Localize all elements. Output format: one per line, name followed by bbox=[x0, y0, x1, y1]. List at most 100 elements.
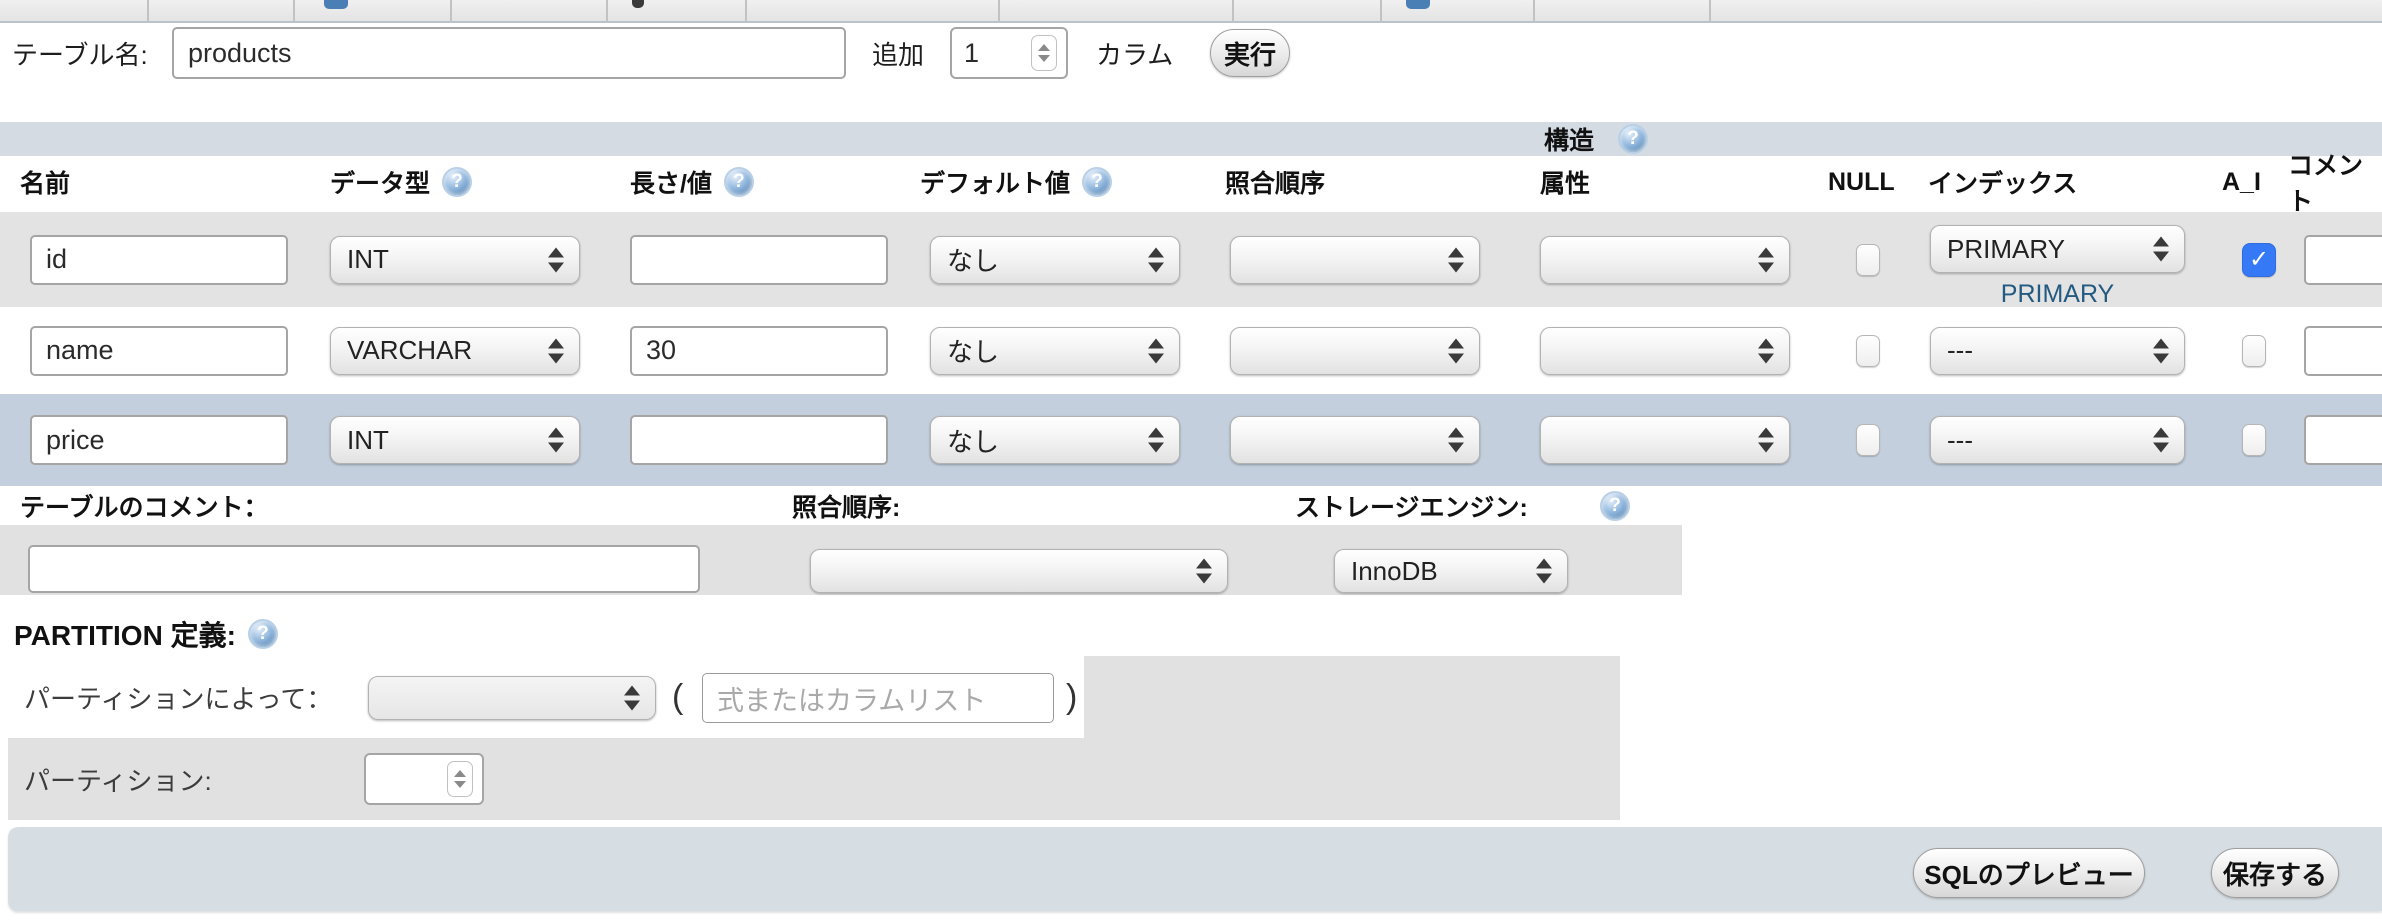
table-comment-label: テーブルのコメント： bbox=[20, 488, 269, 524]
header-null: NULL bbox=[1828, 156, 1895, 208]
tab-separator bbox=[998, 0, 1000, 23]
column-attributes-select[interactable] bbox=[1540, 236, 1790, 284]
column-type-select[interactable]: VARCHAR bbox=[330, 327, 580, 375]
index-select[interactable]: --- bbox=[1930, 416, 2185, 464]
column-type-select[interactable]: INT bbox=[330, 236, 580, 284]
tab-icon[interactable] bbox=[324, 0, 348, 9]
null-checkbox[interactable] bbox=[1856, 424, 1880, 456]
primary-index-link[interactable]: PRIMARY bbox=[1930, 280, 2185, 309]
table-collation-select[interactable] bbox=[810, 549, 1228, 593]
partition-count-stepper[interactable] bbox=[364, 753, 484, 805]
column-comment-input[interactable] bbox=[2304, 235, 2382, 285]
help-icon[interactable] bbox=[1618, 124, 1648, 154]
table-name-value: products bbox=[188, 38, 292, 69]
index-select[interactable]: PRIMARY bbox=[1930, 225, 2185, 273]
select-arrows-icon bbox=[1758, 247, 1774, 272]
tab-separator bbox=[1380, 0, 1382, 23]
go-button[interactable]: 実行 bbox=[1210, 29, 1290, 77]
header-comment: コメント bbox=[2288, 156, 2382, 208]
column-row-price: price INT なし --- bbox=[0, 394, 2382, 486]
tab-separator bbox=[1232, 0, 1234, 23]
tab-icon[interactable] bbox=[1406, 0, 1430, 9]
select-arrows-icon bbox=[1148, 428, 1164, 453]
add-columns-count-value: 1 bbox=[964, 38, 979, 69]
null-checkbox[interactable] bbox=[1856, 244, 1880, 276]
table-options-band: InnoDB bbox=[0, 525, 1682, 595]
select-arrows-icon bbox=[1448, 428, 1464, 453]
column-row-name: name VARCHAR 30 なし --- bbox=[0, 307, 2382, 394]
partition-by-label: パーティションによって： bbox=[24, 674, 332, 720]
select-arrows-icon bbox=[2153, 428, 2169, 453]
table-options-labels: テーブルのコメント： 照合順序: ストレージエンジン: bbox=[0, 488, 2382, 524]
column-length-input[interactable]: 30 bbox=[630, 326, 888, 376]
storage-engine-label: ストレージエンジン: bbox=[1295, 488, 1528, 524]
column-collation-select[interactable] bbox=[1230, 416, 1480, 464]
header-collation: 照合順序 bbox=[1225, 156, 1325, 208]
help-icon[interactable] bbox=[248, 619, 278, 649]
column-attributes-select[interactable] bbox=[1540, 327, 1790, 375]
select-arrows-icon bbox=[548, 428, 564, 453]
help-icon[interactable] bbox=[724, 167, 754, 197]
header-index: インデックス bbox=[1928, 156, 2077, 208]
tab-separator bbox=[1709, 0, 1711, 23]
table-name-label: テーブル名: bbox=[12, 30, 148, 76]
table-name-input[interactable]: products bbox=[172, 27, 846, 79]
column-collation-select[interactable] bbox=[1230, 327, 1480, 375]
column-name-input[interactable]: price bbox=[30, 415, 288, 465]
column-default-select[interactable]: なし bbox=[930, 236, 1180, 284]
select-arrows-icon bbox=[1448, 338, 1464, 363]
partition-expression-input[interactable]: 式またはカラムリスト bbox=[702, 673, 1054, 723]
column-name-input[interactable]: name bbox=[30, 326, 288, 376]
select-arrows-icon bbox=[548, 247, 564, 272]
add-columns-count-stepper[interactable]: 1 bbox=[950, 27, 1068, 79]
select-arrows-icon bbox=[2153, 338, 2169, 363]
column-comment-input[interactable] bbox=[2304, 326, 2382, 376]
column-attributes-select[interactable] bbox=[1540, 416, 1790, 464]
column-collation-select[interactable] bbox=[1230, 236, 1480, 284]
column-name-input[interactable]: id bbox=[30, 235, 288, 285]
partition-count-label: パーティション: bbox=[24, 754, 212, 804]
paren-open: ( bbox=[672, 668, 683, 726]
tab-strip bbox=[0, 0, 2382, 23]
index-select[interactable]: --- bbox=[1930, 327, 2185, 375]
help-icon[interactable] bbox=[442, 167, 472, 197]
columns-word-label: カラム bbox=[1096, 30, 1173, 76]
sql-preview-button[interactable]: SQLのプレビュー bbox=[1913, 848, 2145, 898]
null-checkbox[interactable] bbox=[1856, 335, 1880, 367]
help-icon[interactable] bbox=[1082, 167, 1112, 197]
help-icon[interactable] bbox=[1600, 491, 1630, 521]
select-arrows-icon bbox=[548, 338, 564, 363]
tab-separator bbox=[147, 0, 149, 23]
header-attributes: 属性 bbox=[1540, 156, 1590, 208]
structure-header-row: 名前 データ型 長さ/値 デフォルト値 照合順序 属性 NULL インデックス … bbox=[0, 156, 2382, 208]
save-button[interactable]: 保存する bbox=[2211, 848, 2339, 898]
tab-separator bbox=[745, 0, 747, 23]
column-comment-input[interactable] bbox=[2304, 415, 2382, 465]
column-length-input[interactable] bbox=[630, 235, 888, 285]
stepper-arrows-icon[interactable] bbox=[1031, 35, 1057, 71]
select-arrows-icon bbox=[1448, 247, 1464, 272]
header-default: デフォルト値 bbox=[920, 156, 1112, 208]
tab-icon[interactable] bbox=[632, 0, 644, 8]
ai-checkbox[interactable] bbox=[2242, 243, 2276, 277]
select-arrows-icon bbox=[1148, 247, 1164, 272]
column-default-select[interactable]: なし bbox=[930, 327, 1180, 375]
column-length-input[interactable] bbox=[630, 415, 888, 465]
column-default-select[interactable]: なし bbox=[930, 416, 1180, 464]
ai-checkbox[interactable] bbox=[2242, 335, 2266, 367]
storage-engine-select[interactable]: InnoDB bbox=[1334, 549, 1568, 593]
tab-separator bbox=[293, 0, 295, 23]
column-type-select[interactable]: INT bbox=[330, 416, 580, 464]
stepper-arrows-icon[interactable] bbox=[447, 761, 473, 797]
partition-panel: パーティションによって： ( 式またはカラムリスト ) パーティション: bbox=[8, 656, 1620, 820]
ai-checkbox[interactable] bbox=[2242, 424, 2266, 456]
table-comment-input[interactable] bbox=[28, 545, 700, 593]
partition-by-select[interactable] bbox=[368, 676, 656, 720]
footer-bar: SQLのプレビュー 保存する bbox=[8, 827, 2382, 911]
select-arrows-icon bbox=[1758, 338, 1774, 363]
paren-close: ) bbox=[1066, 668, 1077, 726]
tab-separator bbox=[1533, 0, 1535, 23]
partition-title: PARTITION 定義: bbox=[14, 616, 278, 652]
column-row-id: id INT なし PRIMARY PRIMARY bbox=[0, 212, 2382, 307]
add-columns-label: 追加 bbox=[872, 30, 924, 76]
